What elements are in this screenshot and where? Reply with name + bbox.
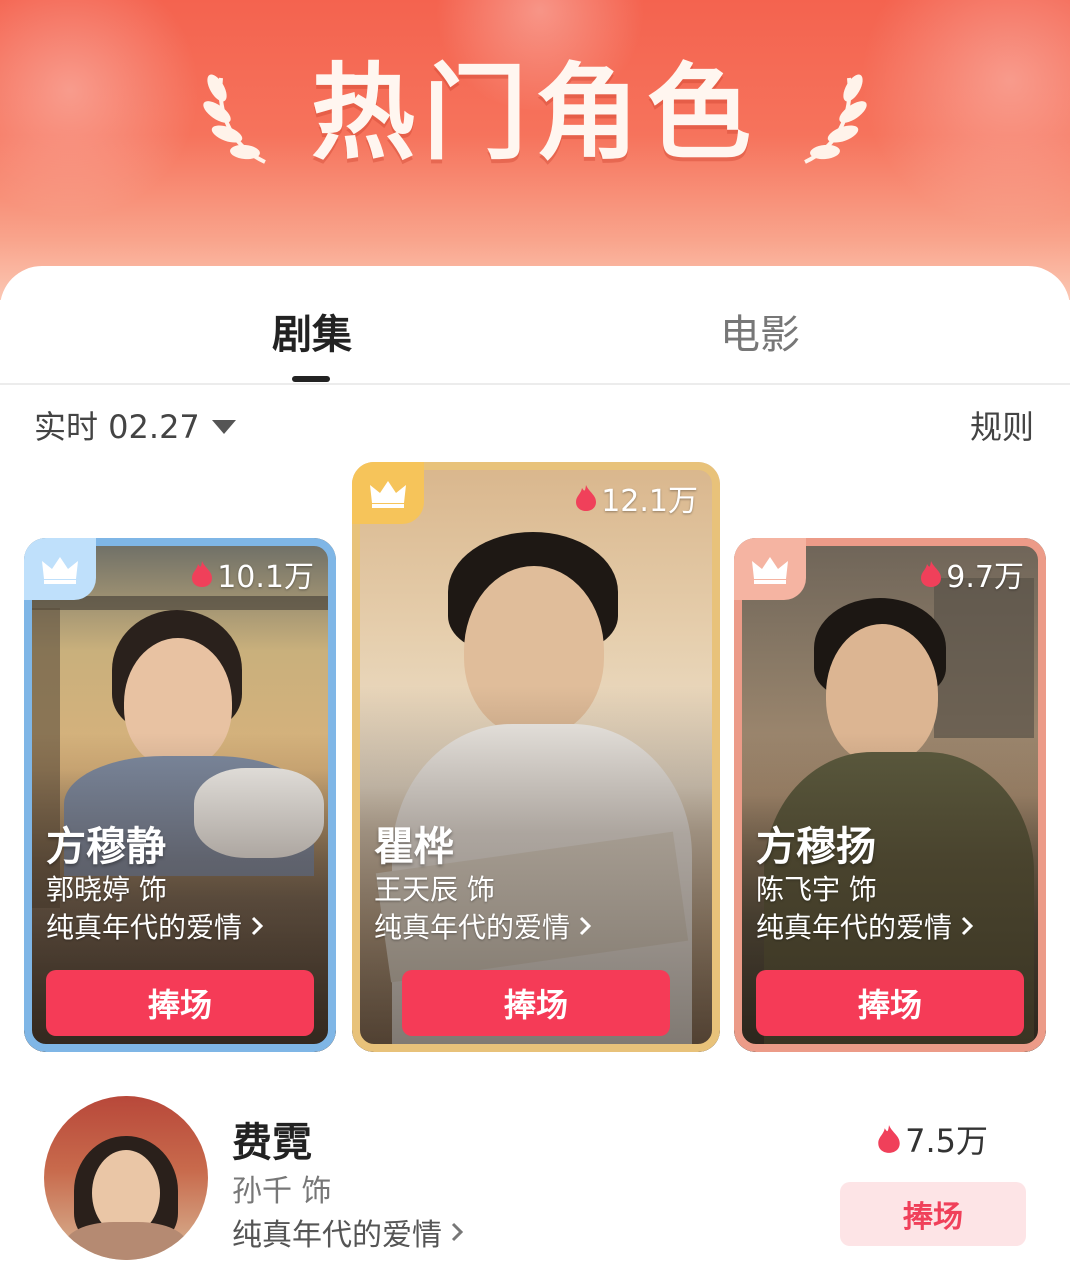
tab-series[interactable]: 剧集 bbox=[272, 302, 352, 360]
heat-count: 10.1万 bbox=[191, 552, 314, 596]
actor-name: 王天辰 饰 bbox=[374, 873, 495, 906]
actor-name: 孙千 饰 bbox=[232, 1174, 332, 1209]
crown-icon bbox=[370, 481, 406, 508]
chevron-right-icon bbox=[451, 1222, 464, 1242]
show-link[interactable]: 纯真年代的爱情 bbox=[756, 906, 976, 946]
rank-card-2[interactable]: 10.1万 方穆静 郭晓婷 饰 纯真年代的爱情 捧场 bbox=[24, 538, 336, 1052]
tab-movies[interactable]: 电影 bbox=[720, 302, 800, 360]
chevron-right-icon bbox=[579, 916, 592, 936]
crown-icon bbox=[752, 557, 788, 584]
role-name: 瞿桦 bbox=[374, 824, 454, 870]
caret-down-icon bbox=[211, 420, 236, 434]
date-filter-label: 实时 02.27 bbox=[34, 408, 200, 446]
actor-name: 陈飞宇 饰 bbox=[756, 873, 877, 906]
laurel-left-icon bbox=[203, 74, 266, 164]
laurel-right-icon bbox=[804, 74, 867, 164]
support-button[interactable]: 捧场 bbox=[402, 970, 670, 1036]
actor-name: 郭晓婷 饰 bbox=[46, 873, 167, 906]
rules-link[interactable]: 规则 bbox=[970, 402, 1034, 448]
rank-crown-badge bbox=[352, 462, 424, 524]
heat-count: 12.1万 bbox=[575, 476, 698, 520]
support-button[interactable]: 捧场 bbox=[840, 1182, 1026, 1246]
chevron-right-icon bbox=[961, 916, 974, 936]
rank-crown-badge bbox=[734, 538, 806, 600]
crown-icon bbox=[42, 557, 78, 584]
chevron-right-icon bbox=[251, 916, 264, 936]
tab-active-indicator bbox=[292, 376, 330, 382]
page-title: 热门角色 bbox=[310, 52, 759, 174]
show-link[interactable]: 纯真年代的爱情 bbox=[374, 906, 594, 946]
heat-count: 9.7万 bbox=[920, 552, 1024, 596]
heat-count: 7.5万 bbox=[877, 1116, 988, 1162]
rank-card-3[interactable]: 9.7万 方穆扬 陈飞宇 饰 纯真年代的爱情 捧场 bbox=[734, 538, 1046, 1052]
list-item[interactable]: 费霓 孙千 饰 纯真年代的爱情 7.5万 捧场 bbox=[0, 1090, 1070, 1268]
flame-icon bbox=[576, 485, 597, 511]
header-banner: 热门角色 bbox=[0, 0, 1070, 300]
role-name: 方穆静 bbox=[46, 824, 166, 870]
divider bbox=[0, 383, 1070, 385]
flame-icon bbox=[921, 561, 942, 587]
support-button[interactable]: 捧场 bbox=[46, 970, 314, 1036]
show-link[interactable]: 纯真年代的爱情 bbox=[46, 906, 266, 946]
tab-bar: 剧集 电影 bbox=[0, 266, 1070, 384]
show-link[interactable]: 纯真年代的爱情 bbox=[232, 1210, 466, 1254]
rank-card-1[interactable]: 12.1万 瞿桦 王天辰 饰 纯真年代的爱情 捧场 bbox=[352, 462, 720, 1052]
support-button[interactable]: 捧场 bbox=[756, 970, 1024, 1036]
avatar bbox=[44, 1096, 208, 1260]
date-filter-dropdown[interactable]: 实时 02.27 bbox=[34, 402, 236, 448]
flame-icon bbox=[192, 561, 213, 587]
rank-crown-badge bbox=[24, 538, 96, 600]
flame-icon bbox=[878, 1125, 900, 1153]
role-name: 方穆扬 bbox=[756, 824, 876, 870]
role-name: 费霓 bbox=[232, 1120, 312, 1166]
